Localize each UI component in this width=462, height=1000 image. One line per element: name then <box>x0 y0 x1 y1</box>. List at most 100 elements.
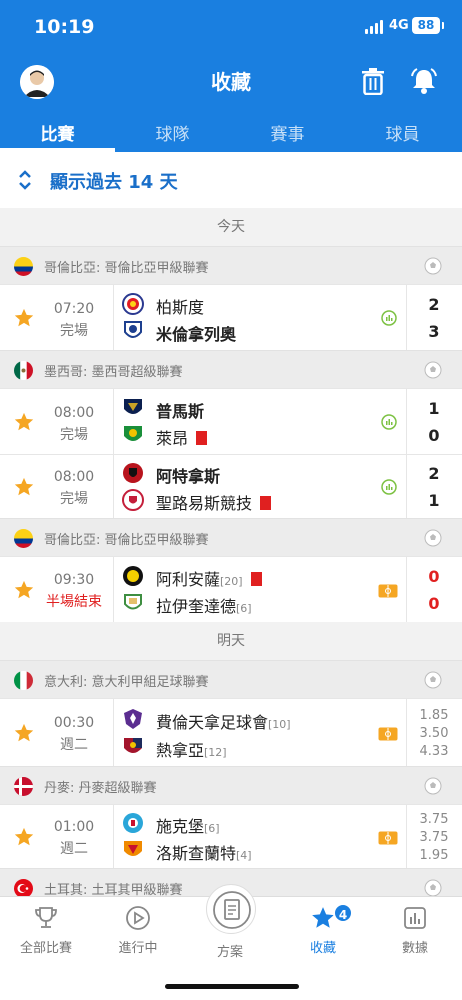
football-icon <box>424 361 442 379</box>
away-team: 洛斯查蘭特[4] <box>122 839 382 863</box>
away-team-name: 洛斯查蘭特[4] <box>156 840 252 864</box>
football-icon <box>424 671 442 689</box>
tab-matches[interactable]: 比賽 <box>0 120 115 145</box>
nav-label: 方案 <box>216 945 243 960</box>
pitch-icon[interactable] <box>378 583 398 598</box>
divider <box>113 285 114 350</box>
home-team: 柏斯度 <box>122 293 382 317</box>
match-time: 09:30 <box>53 572 95 588</box>
away-team-name: 拉伊奎達德[6] <box>156 593 252 617</box>
league-header[interactable]: 墨西哥: 墨西哥超級聯賽 <box>0 350 462 388</box>
team-crest-icon <box>122 489 144 511</box>
filter-label: 顯示過去 14 天 <box>50 172 178 193</box>
nav-label: 進行中 <box>118 941 158 956</box>
team-crest-icon <box>122 424 144 446</box>
away-team-label: 聖路易斯競技 <box>156 494 253 513</box>
divider <box>113 389 114 454</box>
odds-home: 1.85 <box>419 708 449 723</box>
divider <box>406 699 407 766</box>
chevron-up-down-icon <box>18 169 32 191</box>
mexico-flag-icon <box>14 361 33 380</box>
away-team: 熱拿亞[12] <box>122 736 382 760</box>
match-row[interactable]: 09:30 半場結束 阿利安薩[20] 拉伊奎達德[6] 0 0 <box>0 556 462 622</box>
league-header[interactable]: 丹麥: 丹麥超級聯賽 <box>0 766 462 804</box>
divider <box>406 805 407 868</box>
home-team-name: 費倫天拿足球會[10] <box>156 709 291 733</box>
tab-competitions[interactable]: 賽事 <box>230 120 345 145</box>
favorites-count-badge: 4 <box>333 903 353 923</box>
match-time: 01:00 <box>53 819 95 835</box>
league-header[interactable]: 哥倫比亞: 哥倫比亞甲級聯賽 <box>0 246 462 284</box>
match-time: 00:30 <box>53 715 95 731</box>
stats-icon[interactable] <box>381 414 397 430</box>
home-team: 費倫天拿足球會[10] <box>122 708 382 732</box>
away-team-name: 米倫拿列奧 <box>156 325 237 344</box>
match-row[interactable]: 08:00 完場 阿特拿斯 聖路易斯競技 2 1 <box>0 454 462 518</box>
home-team-rank: [20] <box>220 575 243 588</box>
bell-icon[interactable] <box>410 67 438 95</box>
away-team-label: 拉伊奎達德 <box>156 597 237 616</box>
document-icon <box>213 891 251 929</box>
trash-icon[interactable] <box>360 67 386 96</box>
trophy-icon <box>33 905 59 931</box>
nav-plans[interactable]: 方案 <box>184 935 276 960</box>
star-icon[interactable] <box>13 307 35 329</box>
odds-away: 1.95 <box>419 848 449 863</box>
divider <box>113 455 114 518</box>
plans-button[interactable] <box>206 884 256 934</box>
team-crest-icon <box>122 397 144 419</box>
match-row[interactable]: 00:30 週二 費倫天拿足球會[10] 熱拿亞[12] 1.85 3.50 4… <box>0 698 462 766</box>
match-row[interactable]: 07:20 完場 柏斯度 米倫拿列奧 2 3 <box>0 284 462 350</box>
match-status: 週二 <box>60 737 88 753</box>
nav-favorites[interactable]: 收藏 <box>277 905 369 956</box>
away-team-label: 萊昂 <box>156 429 189 448</box>
home-score: 2 <box>428 295 440 314</box>
team-crest-icon <box>122 462 144 484</box>
away-team-name: 萊昂 <box>156 425 208 449</box>
divider <box>406 455 407 518</box>
divider <box>406 557 407 622</box>
stats-icon[interactable] <box>381 479 397 495</box>
home-team-label: 施克堡 <box>156 817 205 836</box>
football-icon <box>424 257 442 275</box>
odds-draw: 3.50 <box>419 726 449 741</box>
italy-flag-icon <box>14 671 33 690</box>
app-header: 10:19 4G 88 收藏 比賽 球隊 賽事 球員 <box>0 0 462 152</box>
nav-all-matches[interactable]: 全部比賽 <box>0 905 92 956</box>
tab-players[interactable]: 球員 <box>345 120 460 145</box>
match-row[interactable]: 01:00 週二 施克堡[6] 洛斯查蘭特[4] 3.75 3.75 1.95 <box>0 804 462 868</box>
date-range-filter[interactable]: 顯示過去 14 天 <box>0 152 462 208</box>
home-team: 阿利安薩[20] <box>122 565 382 589</box>
colombia-flag-icon <box>14 529 33 548</box>
pitch-icon[interactable] <box>378 830 398 845</box>
star-icon[interactable] <box>13 411 35 433</box>
stats-icon[interactable] <box>381 310 397 326</box>
home-indicator[interactable] <box>165 984 299 989</box>
team-crest-icon <box>122 708 144 730</box>
home-team-name: 施克堡[6] <box>156 813 220 837</box>
match-row[interactable]: 08:00 完場 普馬斯 萊昂 1 0 <box>0 388 462 454</box>
pitch-icon[interactable] <box>378 726 398 741</box>
nav-label: 收藏 <box>309 941 336 956</box>
nav-data[interactable]: 數據 <box>369 905 461 956</box>
team-crest-icon <box>122 839 144 861</box>
star-icon[interactable] <box>13 476 35 498</box>
day-header-today: 今天 <box>0 208 462 246</box>
odds-away: 4.33 <box>419 744 449 759</box>
team-crest-icon <box>122 736 144 758</box>
nav-live[interactable]: 進行中 <box>92 905 184 956</box>
match-time: 07:20 <box>53 301 95 317</box>
star-icon[interactable] <box>13 722 35 744</box>
league-name: 丹麥: 丹麥超級聯賽 <box>44 781 157 796</box>
league-name: 墨西哥: 墨西哥超級聯賽 <box>44 365 183 380</box>
star-icon[interactable] <box>13 826 35 848</box>
tab-teams[interactable]: 球隊 <box>115 120 230 145</box>
away-team: 拉伊奎達德[6] <box>122 592 382 616</box>
league-header[interactable]: 意大利: 意大利甲組足球聯賽 <box>0 660 462 698</box>
colombia-flag-icon <box>14 257 33 276</box>
league-header[interactable]: 哥倫比亞: 哥倫比亞甲級聯賽 <box>0 518 462 556</box>
home-team-rank: [6] <box>204 822 220 835</box>
team-crest-icon <box>122 565 144 587</box>
star-icon[interactable] <box>13 579 35 601</box>
star-icon <box>310 905 336 931</box>
